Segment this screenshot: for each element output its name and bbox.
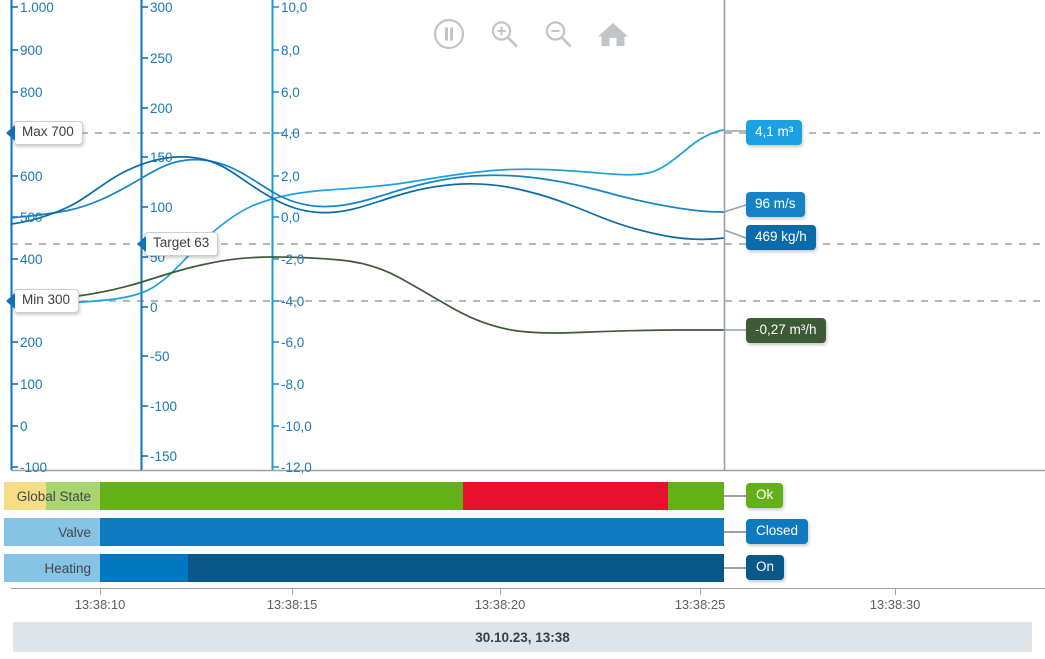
band-row-global-state[interactable]: Global State Ok — [0, 482, 1045, 510]
callout-flowrate[interactable]: -0,27 m³/h — [746, 318, 826, 344]
axis-1-tick-600: 600 — [20, 169, 43, 184]
axis-2-tick-0: 0 — [150, 300, 158, 315]
axis-1-tick-500: 500 — [20, 210, 43, 225]
axis-2-tick-minus150: -150 — [150, 449, 178, 464]
time-label-2: 13:38:15 — [266, 597, 318, 612]
band-stub-heating — [724, 567, 746, 569]
axis-3-tick-4: 4,0 — [281, 126, 300, 141]
time-label-4: 13:38:25 — [674, 597, 726, 612]
series-path-massflow — [10, 156, 725, 241]
axis-2-tick-200: 200 — [150, 101, 173, 116]
axis-1-tick-800: 800 — [20, 85, 43, 100]
time-axis[interactable]: 13:38:10 13:38:15 13:38:20 13:38:25 13:3… — [0, 588, 1045, 620]
band-row-heating[interactable]: Heating On — [0, 554, 1045, 582]
axis-2-tick-300: 300 — [150, 0, 173, 15]
chart-page: 1.000 900 800 600 500 400 200 100 0 -100… — [0, 0, 1045, 659]
state-bands: Global State Ok Valve Closed Heating On — [0, 470, 1045, 588]
time-tick — [292, 588, 293, 595]
band-segment-on[interactable] — [188, 554, 724, 582]
band-track-valve[interactable] — [100, 518, 724, 546]
band-row-valve[interactable]: Valve Closed — [0, 518, 1045, 546]
series-path-volume — [10, 129, 725, 305]
axis-2-tick-minus100: -100 — [150, 399, 178, 414]
time-tick — [500, 588, 501, 595]
axis-2-tick-150: 150 — [150, 150, 173, 165]
time-axis-line — [11, 588, 1045, 589]
band-segment-ok-2[interactable] — [668, 482, 724, 510]
series-path-speed — [10, 158, 725, 219]
axis-3-tick-8: 8,0 — [281, 43, 300, 58]
axis-3-tick-minus4: -4,0 — [281, 294, 305, 309]
marker-min-label: Min 300 — [13, 289, 80, 313]
marker-min[interactable]: Min 300 — [6, 289, 80, 313]
callout-leaders — [723, 130, 747, 331]
series-path-flowrate — [10, 256, 725, 334]
axis-3-tick-2: 2,0 — [281, 169, 300, 184]
time-tick — [100, 588, 101, 595]
band-label-heating: Heating — [44, 560, 91, 576]
axis-2-tick-minus50: -50 — [150, 349, 170, 364]
axis-1-tick-400: 400 — [20, 252, 43, 267]
axis-3-tick-6: 6,0 — [281, 85, 300, 100]
axis-3-tick-minus8: -8,0 — [281, 377, 305, 392]
marker-max[interactable]: Max 700 — [6, 121, 83, 145]
band-track-global-state[interactable] — [100, 482, 724, 510]
marker-target[interactable]: Target 63 — [137, 232, 219, 256]
axis-3-tick-minus6: -6,0 — [281, 335, 305, 350]
chart-plot-area[interactable]: 1.000 900 800 600 500 400 200 100 0 -100… — [0, 0, 1045, 474]
marker-arrow-icon — [137, 236, 146, 252]
time-label-1: 13:38:10 — [74, 597, 126, 612]
band-stub-global-state — [724, 495, 746, 497]
time-label-5: 13:38:30 — [869, 597, 921, 612]
callout-massflow[interactable]: 469 kg/h — [746, 225, 816, 251]
axis-2-tick-100: 100 — [150, 200, 173, 215]
axis-1-tick-200: 200 — [20, 335, 43, 350]
marker-arrow-icon — [6, 125, 15, 141]
marker-target-label: Target 63 — [144, 232, 219, 256]
axis-1-tick-1000: 1.000 — [20, 0, 54, 15]
axis-1-tick-0: 0 — [20, 419, 28, 434]
marker-max-label: Max 700 — [13, 121, 83, 145]
callout-volume[interactable]: 4,1 m³ — [746, 120, 803, 146]
band-label-global-state: Global State — [16, 488, 91, 504]
time-label-3: 13:38:20 — [474, 597, 526, 612]
axis-2-tick-250: 250 — [150, 51, 173, 66]
axis-3-tick-0: 0,0 — [281, 210, 300, 225]
axis-3-tick-10: 10,0 — [281, 0, 308, 15]
band-segment-off[interactable] — [100, 554, 188, 582]
axis-3-tick-minus2: -2,0 — [281, 252, 305, 267]
band-segment-alarm[interactable] — [463, 482, 668, 510]
series-paths — [10, 129, 725, 334]
band-segment-ok-1[interactable] — [100, 482, 463, 510]
band-stub-valve — [724, 531, 746, 533]
axis-3-tick-minus10: -10,0 — [281, 419, 312, 434]
footer-timestamp: 30.10.23, 13:38 — [13, 622, 1032, 652]
band-label-valve: Valve — [58, 524, 91, 540]
band-tag-valve[interactable]: Closed — [746, 519, 809, 545]
time-tick — [895, 588, 896, 595]
callout-speed[interactable]: 96 m/s — [746, 192, 805, 218]
time-tick — [700, 588, 701, 595]
band-tag-global-state[interactable]: Ok — [746, 483, 784, 509]
marker-arrow-icon — [6, 293, 15, 309]
band-segment-closed[interactable] — [100, 518, 724, 546]
band-track-heating[interactable] — [100, 554, 724, 582]
band-tag-heating[interactable]: On — [746, 555, 785, 581]
axis-1-tick-100: 100 — [20, 377, 43, 392]
axis-1-tick-900: 900 — [20, 43, 43, 58]
